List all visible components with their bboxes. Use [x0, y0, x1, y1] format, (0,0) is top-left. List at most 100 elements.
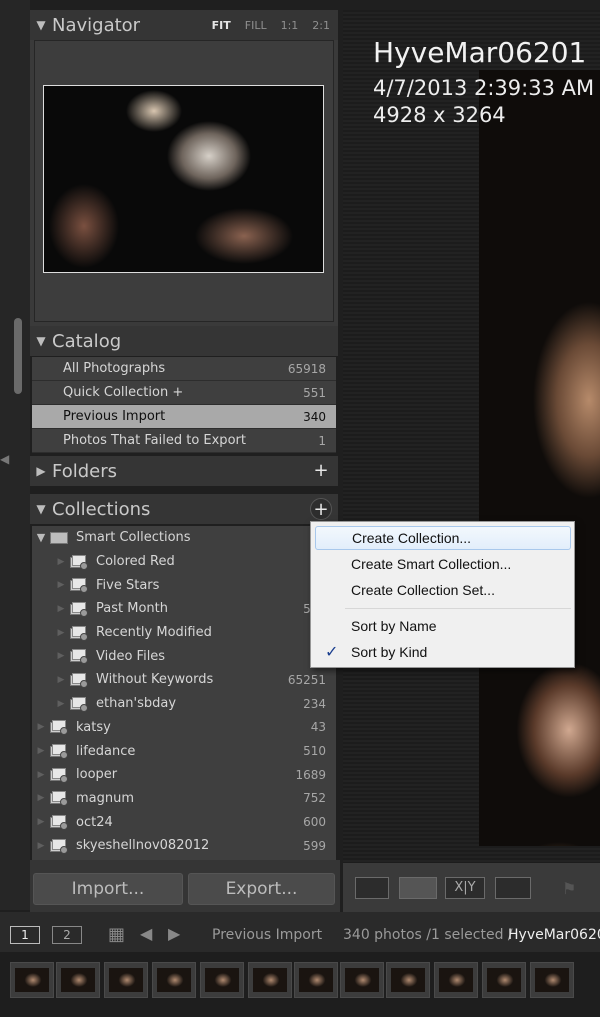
- monitor-1-button[interactable]: 1: [10, 926, 40, 944]
- menu-separator: [345, 608, 571, 609]
- grid-view-icon[interactable]: [355, 877, 389, 899]
- monitor-2-button[interactable]: 2: [52, 926, 82, 944]
- catalog-item-failed-export[interactable]: Photos That Failed to Export 1: [32, 429, 336, 453]
- filmstrip-thumbnail[interactable]: [530, 962, 574, 998]
- collection-video-files[interactable]: ▶ Video Files 9: [32, 644, 336, 668]
- collapsed-triangle-icon[interactable]: ▶: [52, 628, 70, 638]
- collapsed-triangle-icon[interactable]: ▶: [32, 770, 50, 780]
- collection-set-icon: [50, 531, 68, 544]
- collection-ethans-bday[interactable]: ▶ ethan'sbday 234: [32, 692, 336, 716]
- back-arrow-icon[interactable]: ◀: [140, 924, 152, 943]
- collection-katsy[interactable]: ▶ katsy 43: [32, 716, 336, 740]
- catalog-header[interactable]: ▼ Catalog: [30, 326, 338, 356]
- loupe-view-icon[interactable]: [399, 877, 437, 899]
- zoom-fit[interactable]: FIT: [212, 19, 231, 32]
- photo-dimensions: 4928 x 3264: [373, 103, 506, 127]
- collection-magnum[interactable]: ▶ magnum 752: [32, 787, 336, 811]
- filmstrip-thumbnail[interactable]: [294, 962, 338, 998]
- filmstrip-thumbnail[interactable]: [434, 962, 478, 998]
- filmstrip-thumbnail[interactable]: [104, 962, 148, 998]
- collapsed-triangle-icon[interactable]: ▶: [30, 464, 52, 478]
- left-panel-scrollbar[interactable]: [14, 318, 22, 394]
- expand-triangle-icon[interactable]: ▼: [30, 334, 52, 348]
- smart-collection-icon: [70, 696, 88, 712]
- catalog-item-all-photographs[interactable]: All Photographs 65918: [32, 357, 336, 381]
- collection-past-month[interactable]: ▶ Past Month 555: [32, 597, 336, 621]
- collections-list: ▼ Smart Collections ▶ Colored Red 2 ▶ Fi…: [32, 526, 336, 860]
- expand-triangle-icon[interactable]: ▼: [30, 18, 52, 32]
- survey-view-icon[interactable]: [495, 877, 531, 899]
- expand-triangle-icon[interactable]: ▼: [32, 531, 50, 544]
- add-collection-icon[interactable]: +: [310, 498, 332, 520]
- photo-filename: HyveMar06201: [373, 36, 587, 69]
- filmstrip-thumbnail[interactable]: [10, 962, 54, 998]
- filmstrip-thumbnail[interactable]: [248, 962, 292, 998]
- navigator-preview-image[interactable]: [43, 85, 324, 273]
- collapsed-triangle-icon[interactable]: ▶: [32, 817, 50, 827]
- folders-title: Folders: [52, 460, 118, 482]
- export-button[interactable]: Export...: [188, 873, 335, 905]
- collection-set-smart-collections[interactable]: ▼ Smart Collections: [32, 526, 336, 550]
- smart-collection-icon: [70, 672, 88, 688]
- collection-icon: [50, 791, 68, 807]
- collapsed-triangle-icon[interactable]: ▶: [32, 722, 50, 732]
- collapsed-triangle-icon[interactable]: ▶: [52, 557, 70, 567]
- collections-context-menu: Create Collection... Create Smart Collec…: [310, 521, 575, 668]
- collapsed-triangle-icon[interactable]: ▶: [32, 841, 50, 851]
- filmstrip-thumbnail[interactable]: [482, 962, 526, 998]
- collapsed-triangle-icon[interactable]: ▶: [52, 604, 70, 614]
- collapsed-triangle-icon[interactable]: ▶: [52, 699, 70, 709]
- filmstrip-thumbnail[interactable]: [386, 962, 430, 998]
- menu-sort-by-name[interactable]: Sort by Name: [315, 614, 571, 638]
- catalog-item-previous-import[interactable]: Previous Import 340: [32, 405, 336, 429]
- filmstrip-thumbnail[interactable]: [56, 962, 100, 998]
- collapse-left-arrow-icon[interactable]: ◀: [0, 452, 9, 466]
- collapsed-triangle-icon[interactable]: ▶: [52, 580, 70, 590]
- collections-header[interactable]: ▼ Collections +: [30, 494, 338, 524]
- menu-create-smart-collection[interactable]: Create Smart Collection...: [315, 552, 571, 576]
- zoom-2-1[interactable]: 2:1: [312, 19, 330, 32]
- collection-recently-modified[interactable]: ▶ Recently Modified 40: [32, 621, 336, 645]
- collection-looper[interactable]: ▶ looper 1689: [32, 763, 336, 787]
- collapsed-triangle-icon[interactable]: ▶: [52, 651, 70, 661]
- collection-lifedance[interactable]: ▶ lifedance 510: [32, 739, 336, 763]
- collapsed-triangle-icon[interactable]: ▶: [32, 746, 50, 756]
- filmstrip-status: 340 photos /1 selected /: [343, 927, 513, 943]
- smart-collection-icon: [70, 601, 88, 617]
- import-button[interactable]: Import...: [33, 873, 183, 905]
- collection-icon: [50, 720, 68, 736]
- zoom-1-1[interactable]: 1:1: [281, 19, 299, 32]
- photo-datetime: 4/7/2013 2:39:33 AM: [373, 76, 595, 100]
- expand-triangle-icon[interactable]: ▼: [30, 502, 52, 516]
- collapsed-triangle-icon[interactable]: ▶: [52, 675, 70, 685]
- forward-arrow-icon[interactable]: ▶: [168, 924, 180, 943]
- collection-icon: [50, 815, 68, 831]
- collection-without-keywords[interactable]: ▶ Without Keywords 65251: [32, 668, 336, 692]
- menu-create-collection-set[interactable]: Create Collection Set...: [315, 578, 571, 602]
- collection-skyeshellnov082012[interactable]: ▶ skyeshellnov082012 599: [32, 834, 336, 858]
- menu-sort-by-kind[interactable]: ✓ Sort by Kind: [315, 640, 571, 664]
- smart-collection-icon: [70, 554, 88, 570]
- zoom-fill[interactable]: FILL: [245, 19, 267, 32]
- collection-five-stars[interactable]: ▶ Five Stars: [32, 573, 336, 597]
- main-photo[interactable]: [479, 70, 600, 846]
- catalog-item-quick-collection[interactable]: Quick Collection + 551: [32, 381, 336, 405]
- flag-icon[interactable]: ⚑: [562, 879, 576, 898]
- collection-icon: [50, 838, 68, 854]
- collection-colored-red[interactable]: ▶ Colored Red 2: [32, 550, 336, 574]
- compare-view-icon[interactable]: X|Y: [445, 877, 485, 899]
- filmstrip-source[interactable]: Previous Import: [212, 927, 322, 943]
- smart-collection-icon: [70, 578, 88, 594]
- filmstrip-thumbnail[interactable]: [152, 962, 196, 998]
- navigator-title: Navigator: [52, 14, 141, 36]
- collection-icon: [50, 744, 68, 760]
- collapsed-triangle-icon[interactable]: ▶: [32, 793, 50, 803]
- filmstrip-thumbnail[interactable]: [200, 962, 244, 998]
- navigator-header[interactable]: ▼ Navigator FIT FILL 1:1 2:1: [30, 10, 338, 40]
- add-folder-icon[interactable]: +: [310, 460, 332, 482]
- filmstrip-thumbnail[interactable]: [340, 962, 384, 998]
- menu-create-collection[interactable]: Create Collection...: [315, 526, 571, 550]
- grid-icon[interactable]: ▦: [108, 924, 125, 945]
- folders-header[interactable]: ▶ Folders +: [30, 456, 338, 486]
- collection-oct24[interactable]: ▶ oct24 600: [32, 810, 336, 834]
